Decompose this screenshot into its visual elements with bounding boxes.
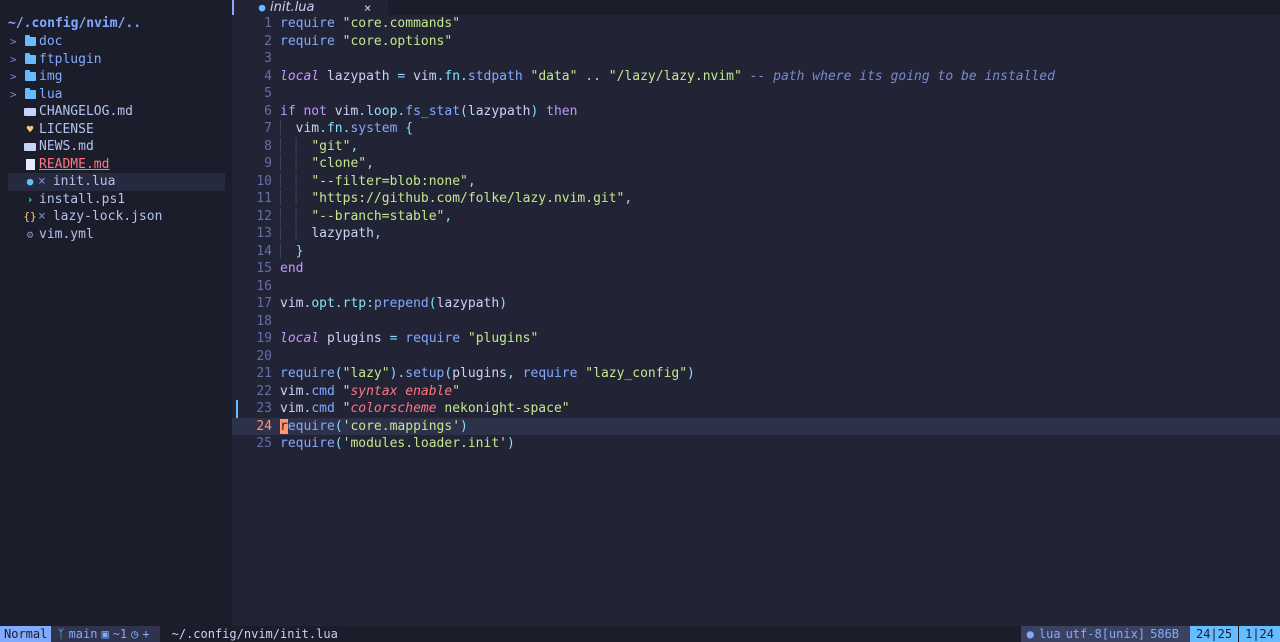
code-line: 17 vim.opt.rtp:prepend(lazypath) [256,296,508,311]
folder-icon [22,70,38,84]
explorer-root-path: ~/.config/nvim/.. [8,16,142,31]
tab-bar: ● init.lua × [232,0,1280,15]
code-line: 18 [256,313,272,329]
chevron-right-icon[interactable]: > [8,33,22,51]
code-line: 14 ▏ } [256,243,304,259]
close-icon[interactable]: × [364,1,371,15]
tree-file-install-ps1[interactable]: › install.ps1 [8,191,225,209]
folder-icon [22,87,38,101]
license-icon: ♥ [26,122,34,136]
code-line: 1 require "core.commands" [264,16,461,31]
code-editor[interactable]: 1 require "core.commands" 2 require "cor… [232,15,1280,626]
tab-init-lua[interactable]: ● init.lua × [232,0,388,15]
code-line: 13 ▏ ▏ lazypath, [256,226,382,241]
code-line: 3 [264,51,272,66]
code-line: 16 [256,278,272,294]
folder-icon [22,52,38,66]
code-line: 23 vim.cmd "colorscheme nekonight-space" [232,400,1280,418]
clock-icon: ◷ [131,627,139,641]
lua-icon: ● [1026,627,1034,641]
tree-dir-ftplugin[interactable]: > ftplugin [8,51,225,69]
code-line: 6 if not vim.loop.fs_stat(lazypath) then [264,103,578,119]
git-change-sign [236,400,238,418]
modified-icon: × [38,209,46,224]
folder-icon [22,35,38,49]
tree-file-changelog[interactable]: CHANGELOG.md [8,103,225,121]
file-path: ~/.config/nvim/init.lua [171,627,338,641]
markdown-icon [22,140,38,154]
code-line: 21 require("lazy").setup(plugins, requir… [256,366,695,381]
code-line: 20 [256,348,272,364]
tree-file-init-lua[interactable]: ● × init.lua [8,173,225,191]
readme-icon [22,157,38,171]
lua-icon: ● [26,175,34,188]
markdown-icon [22,105,38,119]
tree-file-license[interactable]: ♥ LICENSE [8,121,225,139]
neovim-window: ~/.config/nvim/.. > doc > ftplugin > img… [0,0,1280,642]
filetype: lua [1038,627,1061,641]
encoding: utf-8[unix] [1065,627,1146,641]
mode-indicator: Normal [0,626,52,642]
code-line: 9 ▏ ▏ "clone", [264,156,374,171]
chevron-right-icon[interactable]: > [8,68,22,86]
json-icon: {} [23,210,37,223]
code-line: 7 ▏ vim.fn.system { [264,121,414,136]
code-line: 22 vim.cmd "syntax enable" [256,383,461,399]
code-line: 11 ▏ ▏ "https://github.com/folke/lazy.nv… [256,191,633,206]
chevron-right-icon[interactable]: > [8,51,22,69]
modified-icon: × [38,174,46,189]
code-line: 2 require "core.options" [264,33,453,49]
code-line-current: 24 require('core.mappings') [232,417,1280,435]
file-info: ● lua utf-8[unix] 586B [1020,626,1190,642]
powershell-icon: › [26,192,34,206]
tree-file-vim-yml[interactable]: ⚙ vim.yml [8,226,225,244]
git-branch: main [68,627,98,641]
tree-dir-doc[interactable]: > doc [8,33,225,51]
git-diff-count: ~1 [112,627,128,641]
tree-dir-img[interactable]: > img [8,68,225,86]
gear-icon: ⚙ [26,227,34,241]
tree-file-news[interactable]: NEWS.md [8,138,225,156]
code-line: 8 ▏ ▏ "git", [264,138,359,154]
tree-file-readme[interactable]: README.md [8,156,225,174]
code-line: 19 local plugins = require "plugins" [256,331,539,346]
lua-icon: ● [258,1,266,14]
file-explorer: ~/.config/nvim/.. > doc > ftplugin > img… [0,0,232,626]
chevron-right-icon[interactable]: > [8,86,22,104]
file-size: 586B [1150,627,1179,641]
diagnostics-count: + [142,627,150,641]
tree-dir-lua[interactable]: > lua [8,86,225,104]
line-position: 24|25 [1189,626,1239,642]
git-branch-icon: ᛉ [57,627,65,641]
code-line: 5 [264,86,272,101]
code-line: 4 local lazypath = vim.fn.stdpath "data"… [264,68,1055,84]
text-cursor: r [280,418,288,434]
diff-icon: ▣ [101,627,109,641]
code-line: 25 require('modules.loader.init') [256,436,515,451]
status-line: Normal ᛉ main ▣ ~1 ◷ + ~/.config/nvim/in… [0,626,1280,642]
code-line: 15 end [256,261,304,276]
code-line: 12 ▏ ▏ "--branch=stable", [256,208,453,224]
tree-file-lazy-lock[interactable]: {} × lazy-lock.json [8,208,225,226]
column-position: 1|24 [1238,626,1280,642]
git-status: ᛉ main ▣ ~1 ◷ + [51,626,160,642]
code-line: 10 ▏ ▏ "--filter=blob:none", [256,173,476,189]
